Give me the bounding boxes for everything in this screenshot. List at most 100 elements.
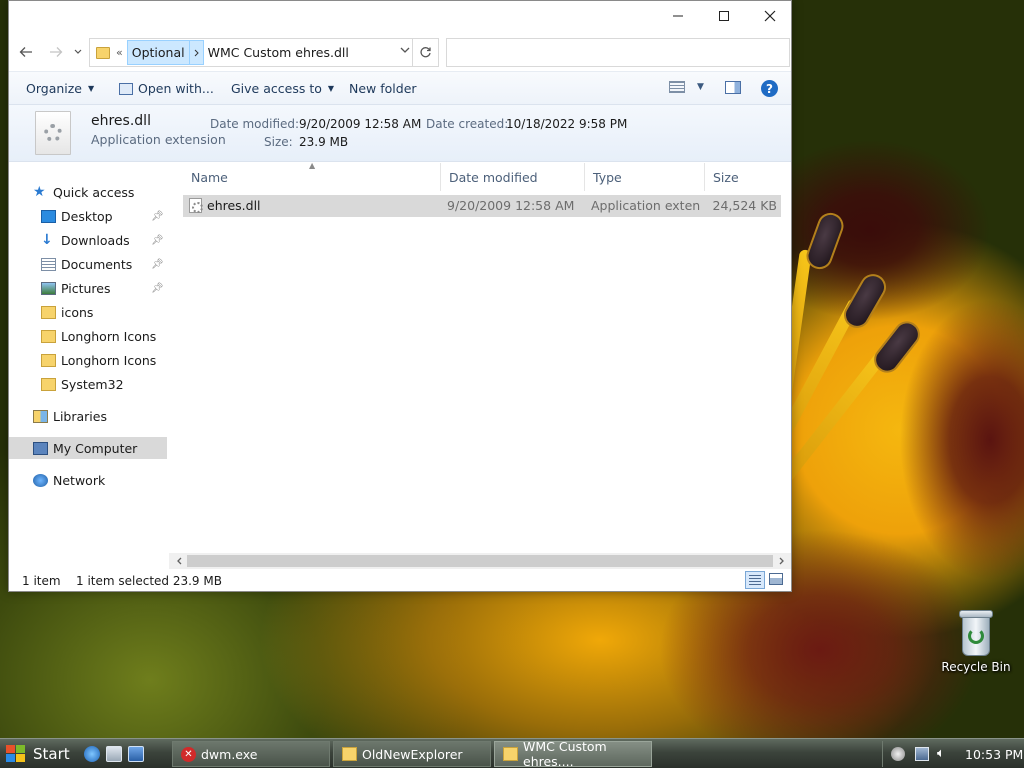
- clock[interactable]: 10:53 PM: [965, 747, 1023, 762]
- file-size: 24,524 KB: [712, 198, 777, 213]
- nav-my-computer[interactable]: My Computer: [9, 437, 167, 459]
- nav-libraries[interactable]: Libraries: [9, 405, 167, 427]
- folder-icon: [41, 305, 56, 319]
- details-date-modified-value: 9/20/2009 12:58 AM: [299, 117, 422, 131]
- preview-pane-button[interactable]: [725, 81, 741, 94]
- nav-network-label: Network: [53, 472, 106, 488]
- dll-file-icon: [189, 198, 203, 213]
- network-icon: [33, 473, 48, 487]
- nav-quick-access[interactable]: ★ Quick access: [9, 181, 167, 203]
- address-row: « Optional WMC Custom ehres.dll: [9, 35, 791, 69]
- nav-item-pictures[interactable]: Pictures 📌︎: [9, 277, 167, 299]
- organize-button[interactable]: Organize ▼: [26, 81, 94, 96]
- desktop-icon: [41, 209, 56, 223]
- volume-icon[interactable]: 🔈︎: [937, 747, 951, 761]
- nav-item-downloads[interactable]: ↓ Downloads 📌︎: [9, 229, 167, 251]
- folder-icon: [41, 377, 56, 391]
- nav-item-label: Downloads: [61, 232, 130, 248]
- flower-anther: [839, 269, 891, 333]
- address-bar[interactable]: « Optional WMC Custom ehres.dll: [89, 38, 439, 67]
- breadcrumb-current[interactable]: WMC Custom ehres.dll: [208, 45, 349, 60]
- file-row[interactable]: ehres.dll 9/20/2009 12:58 AM Application…: [183, 195, 781, 217]
- recycle-bin-icon: [958, 610, 994, 656]
- nav-item-label: Desktop: [61, 208, 113, 224]
- folder-icon: [41, 353, 56, 367]
- dropdown-caret-icon: ▼: [327, 84, 335, 93]
- nav-item-documents[interactable]: Documents 📌︎: [9, 253, 167, 275]
- maximize-button[interactable]: [701, 1, 747, 31]
- taskbar-button-oldnewexplorer[interactable]: OldNewExplorer: [333, 741, 491, 767]
- title-bar[interactable]: [9, 1, 791, 33]
- large-icons-view-button[interactable]: [769, 573, 783, 585]
- open-with-label: Open with...: [138, 81, 214, 96]
- file-name: ehres.dll: [207, 198, 261, 213]
- nav-item-system32[interactable]: System32: [9, 373, 167, 395]
- back-arrow-icon: [19, 47, 32, 57]
- internet-explorer-icon[interactable]: [84, 746, 100, 762]
- address-overflow-chevron[interactable]: «: [116, 46, 123, 59]
- open-with-button[interactable]: Open with...: [119, 81, 214, 96]
- breadcrumb-separator-button[interactable]: [189, 40, 204, 65]
- nav-item-longhorn-icons[interactable]: Longhorn Icons: [9, 325, 167, 347]
- view-details-icon: [669, 81, 685, 93]
- flower-anther: [802, 209, 848, 273]
- taskbar: Start ✕ dwm.exe OldNewExplorer WMC Custo…: [0, 738, 1024, 768]
- nav-item-icons[interactable]: icons: [9, 301, 167, 323]
- explorer-window: « Optional WMC Custom ehres.dll Organize…: [8, 0, 792, 592]
- change-view-button[interactable]: ▼: [669, 81, 704, 93]
- status-bar: 1 item 1 item selected 23.9 MB: [9, 569, 791, 591]
- nav-my-computer-label: My Computer: [53, 440, 138, 456]
- nav-network[interactable]: Network: [9, 469, 167, 491]
- taskbar-button-wmc-custom-ehres[interactable]: WMC Custom ehres....: [494, 739, 652, 768]
- column-header-date-modified[interactable]: Date modified: [441, 163, 585, 191]
- nav-item-desktop[interactable]: Desktop 📌︎: [9, 205, 167, 227]
- maximize-icon: [719, 11, 729, 21]
- chevron-right-icon: [194, 49, 199, 56]
- details-date-modified-label: Date modified:: [210, 117, 300, 131]
- scrollbar-thumb[interactable]: [187, 555, 773, 567]
- show-desktop-icon[interactable]: [106, 746, 122, 762]
- refresh-icon: [420, 47, 431, 58]
- scroll-left-button[interactable]: [171, 553, 187, 569]
- refresh-button[interactable]: [412, 39, 438, 66]
- nav-item-label: Longhorn Icons: [61, 328, 157, 344]
- pin-icon: 📌︎: [151, 234, 164, 246]
- recycle-bin-shortcut[interactable]: Recycle Bin: [940, 610, 1012, 674]
- column-header-type[interactable]: Type: [585, 163, 705, 191]
- nav-quick-access-label: Quick access: [53, 184, 135, 200]
- recent-locations-button[interactable]: [71, 41, 85, 63]
- pin-icon: 📌︎: [151, 282, 164, 294]
- column-header-size[interactable]: Size: [705, 163, 783, 191]
- scroll-right-button[interactable]: [773, 553, 789, 569]
- new-folder-button[interactable]: New folder: [349, 81, 417, 96]
- help-icon[interactable]: ?: [761, 80, 778, 97]
- taskbar-button-dwm[interactable]: ✕ dwm.exe: [172, 741, 330, 767]
- nav-item-longhorn-icons[interactable]: Longhorn Icons: [9, 349, 167, 371]
- horizontal-scrollbar[interactable]: [169, 553, 791, 569]
- breadcrumb-optional[interactable]: Optional: [126, 40, 190, 65]
- close-button[interactable]: [747, 1, 793, 31]
- give-access-button[interactable]: Give access to ▼: [231, 81, 334, 96]
- documents-icon: [41, 257, 56, 271]
- address-history-dropdown[interactable]: [400, 46, 410, 57]
- network-tray-icon[interactable]: [915, 747, 929, 761]
- new-folder-label: New folder: [349, 81, 417, 96]
- give-access-label: Give access to: [231, 81, 322, 96]
- tray-app-icon[interactable]: [891, 747, 905, 761]
- computer-icon: [33, 441, 48, 455]
- navigation-pane: ★ Quick access Desktop 📌︎ ↓ Downloads 📌︎…: [9, 163, 167, 567]
- nav-item-label: System32: [61, 376, 124, 392]
- forward-button[interactable]: [45, 41, 67, 63]
- switch-windows-icon[interactable]: [128, 746, 144, 762]
- nav-item-label: icons: [61, 304, 94, 320]
- start-button[interactable]: Start: [0, 739, 72, 768]
- nav-libraries-label: Libraries: [53, 408, 107, 424]
- open-with-icon: [119, 82, 133, 95]
- search-input[interactable]: [446, 38, 790, 67]
- back-button[interactable]: [15, 41, 37, 63]
- details-view-button[interactable]: [745, 571, 765, 589]
- start-label: Start: [33, 745, 70, 763]
- nav-item-label: Longhorn Icons: [61, 352, 157, 368]
- minimize-button[interactable]: [655, 1, 701, 31]
- column-header-name[interactable]: Name: [183, 163, 441, 191]
